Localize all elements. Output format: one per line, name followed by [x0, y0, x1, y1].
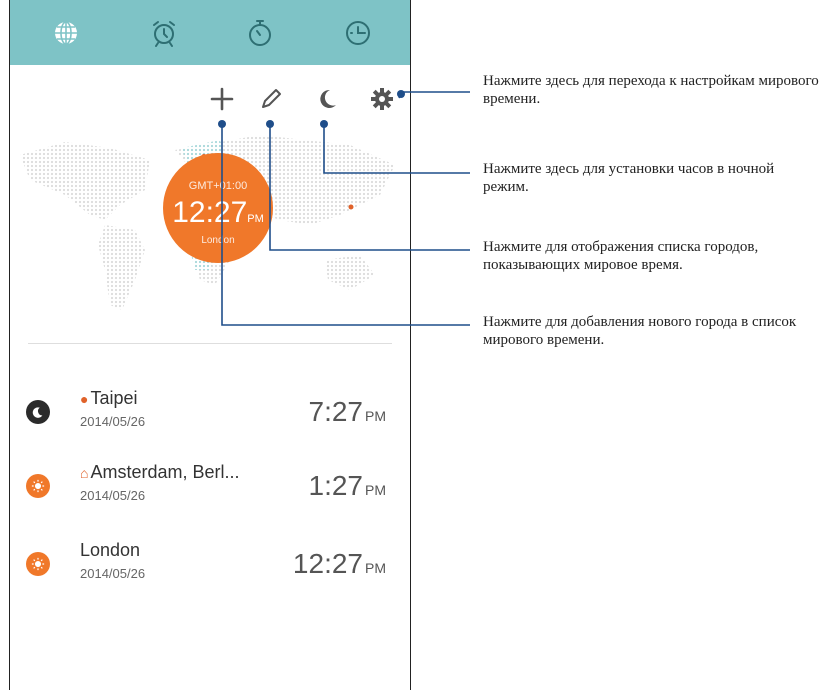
city-row-london[interactable]: London 2014/05/26 12:27 PM — [10, 538, 410, 598]
day-indicator-icon — [26, 474, 50, 498]
city-date: 2014/05/26 — [80, 566, 146, 581]
edit-cities-button[interactable] — [254, 82, 288, 116]
badge-timezone: GMT+01:00 — [188, 180, 248, 192]
add-icon — [210, 87, 234, 111]
tab-world-clock[interactable] — [48, 15, 84, 51]
gear-icon — [371, 88, 393, 110]
location-pin-icon: ● — [80, 391, 89, 407]
city-time: 1:27 PM — [308, 470, 387, 501]
badge-time: 12:27PM — [172, 196, 264, 229]
city-time: 12:27 PM — [292, 548, 386, 579]
callout-edit-text: Нажмите для отображения списка городов, … — [483, 239, 759, 273]
city-row-amsterdam[interactable]: ⌂ Amsterdam, Berl... 2014/05/26 1:27 PM — [10, 460, 410, 520]
tab-timer[interactable] — [340, 15, 376, 51]
city-name: ⌂ Amsterdam, Berl... — [80, 462, 240, 482]
badge-city: London — [201, 235, 235, 246]
tab-stopwatch[interactable] — [242, 15, 278, 51]
city-row-taipei[interactable]: ● Taipei 2014/05/26 7:27 PM — [10, 386, 410, 446]
divider — [28, 343, 392, 344]
timer-icon — [346, 21, 370, 45]
settings-button[interactable] — [365, 82, 399, 116]
city-marker-taipei — [348, 204, 354, 210]
city-name: London — [80, 540, 141, 560]
tab-alarm[interactable] — [146, 15, 182, 51]
callout-night-text: Нажмите здесь для установки часов в ночн… — [483, 161, 775, 195]
tab-bar — [10, 0, 410, 65]
city-date: 2014/05/26 — [80, 414, 146, 429]
globe-icon — [55, 21, 77, 45]
current-city-badge[interactable]: GMT+01:00 12:27PM London — [163, 153, 273, 263]
night-mode-button[interactable] — [310, 82, 344, 116]
day-indicator-icon — [26, 552, 50, 576]
pencil-icon — [262, 89, 281, 108]
add-city-button[interactable] — [205, 82, 239, 116]
city-name: ● Taipei — [80, 388, 138, 408]
city-time: 7:27 PM — [308, 396, 387, 427]
phone-screen: GMT+01:00 12:27PM London ● Taipei 2014/05… — [9, 0, 411, 690]
home-icon: ⌂ — [80, 465, 89, 481]
alarm-icon — [153, 21, 175, 47]
callout-add-text: Нажмите для добавления нового города в с… — [483, 314, 797, 348]
moon-icon — [320, 89, 336, 108]
stopwatch-icon — [249, 20, 271, 46]
callout-settings-text: Нажмите здесь для перехода к настройкам … — [483, 73, 819, 107]
night-indicator-icon — [26, 400, 50, 424]
city-date: 2014/05/26 — [80, 488, 146, 503]
